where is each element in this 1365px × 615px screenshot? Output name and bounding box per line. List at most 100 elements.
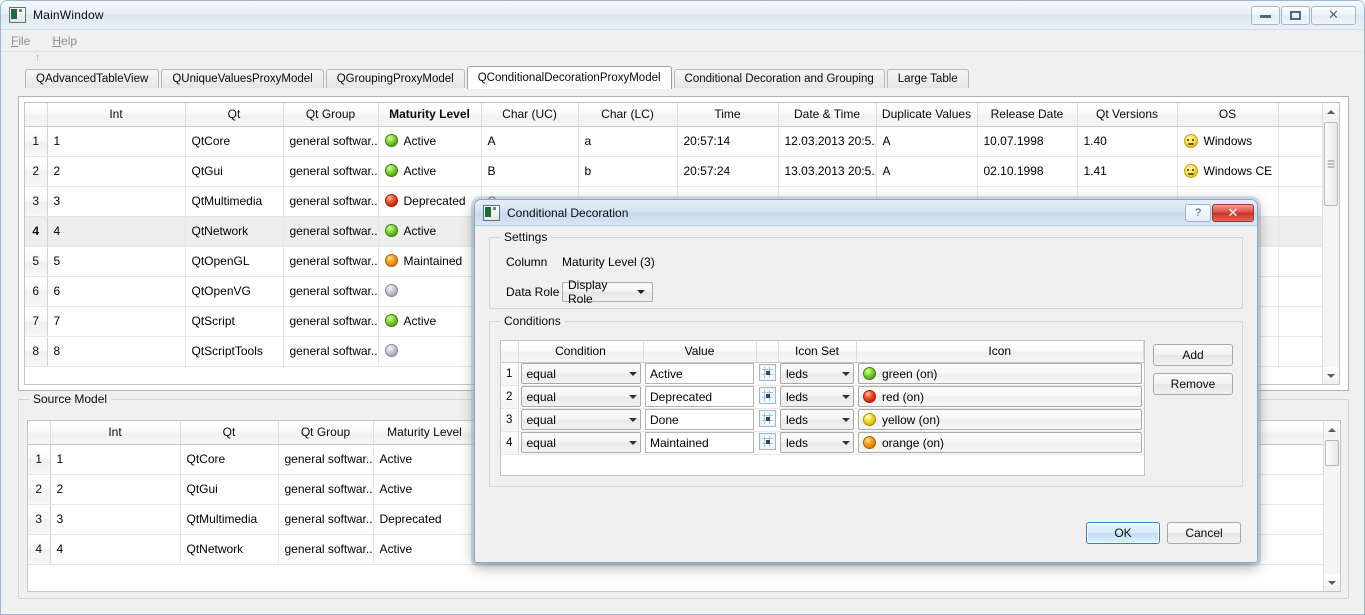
column-header-char-lc[interactable]: Char (LC)	[578, 103, 677, 126]
condition-icon-cell[interactable]: orange (on)	[856, 431, 1144, 454]
condition-iconset-cell[interactable]: leds	[778, 431, 856, 454]
condition-value-editor-cell[interactable]	[756, 385, 778, 408]
add-condition-button[interactable]: Add	[1153, 344, 1233, 366]
scroll-up-button[interactable]	[1324, 421, 1340, 438]
cell-int[interactable]: 7	[47, 306, 185, 336]
value-editor-button[interactable]	[759, 433, 776, 450]
cell-maturity-level[interactable]: Active	[378, 306, 481, 336]
minimize-button[interactable]	[1251, 6, 1280, 25]
dialog-close-button[interactable]: ✕	[1212, 204, 1254, 222]
tab-qadvancedtableview[interactable]: QAdvancedTableView	[25, 69, 159, 88]
cell-qt-group[interactable]: general softwar...	[283, 156, 378, 186]
row-header[interactable]: 1	[25, 126, 47, 156]
cell-qt-group[interactable]: general softwar...	[283, 306, 378, 336]
cell-release-date[interactable]: 10.07.1998	[977, 126, 1077, 156]
condition-value-cell[interactable]: Active	[643, 362, 756, 385]
cell-qt[interactable]: QtCore	[180, 444, 278, 474]
main-table-vertical-scrollbar[interactable]	[1322, 103, 1339, 384]
menu-item-help[interactable]: Help	[52, 34, 77, 48]
condition-iconset-select[interactable]: leds	[780, 363, 854, 384]
condition-iconset-select[interactable]: leds	[780, 386, 854, 407]
condition-iconset-cell[interactable]: leds	[778, 385, 856, 408]
cell-qt[interactable]: QtNetwork	[180, 534, 278, 564]
cell-int[interactable]: 6	[47, 276, 185, 306]
condition-iconset-select[interactable]: leds	[780, 432, 854, 453]
cell-int[interactable]: 5	[47, 246, 185, 276]
condition-operator-select[interactable]: equal	[521, 409, 642, 430]
row-header[interactable]: 7	[25, 306, 47, 336]
scrollbar-thumb[interactable]	[1324, 122, 1338, 206]
cell-maturity-level[interactable]: Active	[378, 156, 481, 186]
tab-conditional-decoration-and-grouping[interactable]: Conditional Decoration and Grouping	[674, 69, 885, 88]
cell-int[interactable]: 1	[47, 126, 185, 156]
row-header[interactable]: 5	[25, 246, 47, 276]
menu-item-file[interactable]: File	[11, 34, 30, 48]
cell-char-lc[interactable]: a	[578, 126, 677, 156]
cell-maturity-level[interactable]: Deprecated	[373, 504, 476, 534]
cell-qt-group[interactable]: general softwar...	[278, 534, 373, 564]
source-table-vertical-scrollbar[interactable]	[1323, 421, 1340, 591]
value-editor-button[interactable]	[759, 387, 776, 404]
cell-qt[interactable]: QtNetwork	[185, 216, 283, 246]
cell-int[interactable]: 3	[47, 186, 185, 216]
condition-value-editor-cell[interactable]	[756, 431, 778, 454]
condition-iconset-cell[interactable]: leds	[778, 408, 856, 431]
table-row[interactable]: 2 2 QtGui general softwar... Active B b …	[25, 156, 1323, 186]
cell-qt[interactable]: QtScript	[185, 306, 283, 336]
condition-icon-select[interactable]: orange (on)	[858, 432, 1142, 453]
cell-int[interactable]: 1	[50, 444, 180, 474]
column-header-duplicate-values[interactable]: Duplicate Values	[876, 103, 977, 126]
cell-maturity-level[interactable]: Active	[373, 474, 476, 504]
cell-char-uc[interactable]: A	[481, 126, 578, 156]
column-header-os[interactable]: OS	[1177, 103, 1278, 126]
row-header[interactable]: 3	[28, 504, 50, 534]
scroll-down-button[interactable]	[1323, 367, 1339, 384]
row-header[interactable]: 1	[28, 444, 50, 474]
condition-operator-cell[interactable]: equal	[518, 408, 643, 431]
cell-qt-group[interactable]: general softwar...	[283, 246, 378, 276]
cell-int[interactable]: 4	[50, 534, 180, 564]
column-header-date-time[interactable]: Date & Time	[778, 103, 876, 126]
condition-operator-select[interactable]: equal	[521, 386, 642, 407]
source-column-header-qt-group[interactable]: Qt Group	[278, 421, 373, 444]
data-role-select[interactable]: Display Role	[562, 282, 653, 302]
condition-icon-cell[interactable]: yellow (on)	[856, 408, 1144, 431]
table-row[interactable]: 1 1 QtCore general softwar... Active A a…	[25, 126, 1323, 156]
condition-icon-select[interactable]: green (on)	[858, 363, 1142, 384]
condition-icon-cell[interactable]: red (on)	[856, 385, 1144, 408]
cell-int[interactable]: 8	[47, 336, 185, 366]
cell-qt[interactable]: QtScriptTools	[185, 336, 283, 366]
cancel-button[interactable]: Cancel	[1167, 522, 1241, 544]
cell-qt-group[interactable]: general softwar...	[278, 504, 373, 534]
help-button[interactable]: ?	[1185, 204, 1211, 222]
cell-qt-group[interactable]: general softwar...	[283, 336, 378, 366]
cell-time[interactable]: 20:57:24	[677, 156, 778, 186]
condition-row[interactable]: 4 equal Maintained	[501, 431, 1144, 454]
scrollbar-thumb[interactable]	[1325, 440, 1339, 466]
row-header[interactable]: 2	[25, 156, 47, 186]
row-header[interactable]: 6	[25, 276, 47, 306]
cell-qt[interactable]: QtOpenVG	[185, 276, 283, 306]
condition-operator-cell[interactable]: equal	[518, 431, 643, 454]
condition-value-editor-cell[interactable]	[756, 362, 778, 385]
cell-qt[interactable]: QtOpenGL	[185, 246, 283, 276]
table-corner-header[interactable]	[25, 103, 47, 126]
column-header-maturity-level[interactable]: Maturity Level	[378, 103, 481, 126]
maximize-button[interactable]	[1281, 6, 1310, 25]
scroll-down-button[interactable]	[1324, 574, 1340, 591]
row-header[interactable]: 2	[28, 474, 50, 504]
row-header[interactable]: 4	[25, 216, 47, 246]
cell-qt-versions[interactable]: 1.41	[1077, 156, 1177, 186]
column-header-qt[interactable]: Qt	[185, 103, 283, 126]
condition-iconset-select[interactable]: leds	[780, 409, 854, 430]
cell-maturity-level[interactable]: Active	[378, 216, 481, 246]
cell-maturity-level[interactable]: Maintained	[378, 246, 481, 276]
cell-date-time[interactable]: 12.03.2013 20:5...	[778, 126, 876, 156]
cell-os[interactable]: Windows CE	[1177, 156, 1278, 186]
condition-icon-select[interactable]: red (on)	[858, 386, 1142, 407]
conditions-column-header-value[interactable]: Value	[643, 341, 756, 362]
cell-qt-group[interactable]: general softwar...	[283, 216, 378, 246]
condition-value-editor-cell[interactable]	[756, 408, 778, 431]
cell-qt[interactable]: QtMultimedia	[180, 504, 278, 534]
cell-release-date[interactable]: 02.10.1998	[977, 156, 1077, 186]
